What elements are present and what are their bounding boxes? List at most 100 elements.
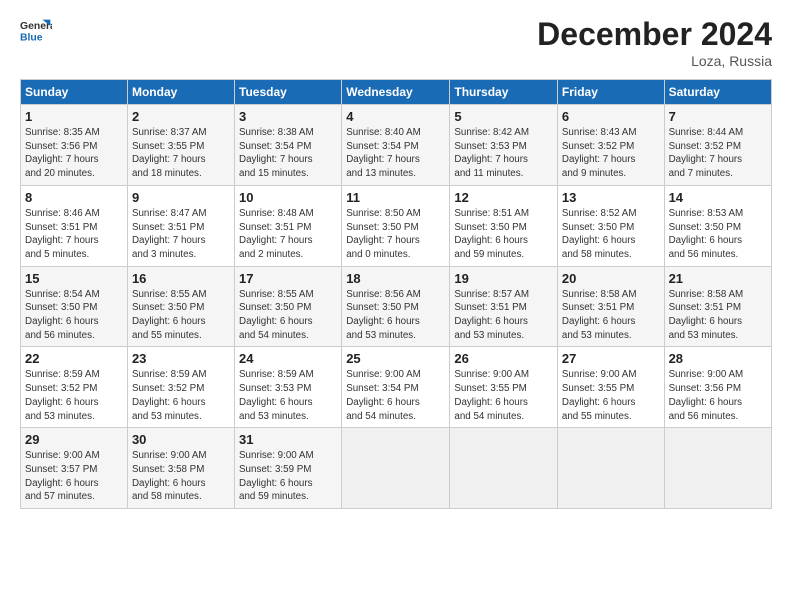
day-number: 31 [239,432,337,447]
calendar-cell: 18 Sunrise: 8:56 AM Sunset: 3:50 PM Dayli… [342,266,450,347]
calendar-cell: 30 Sunrise: 9:00 AM Sunset: 3:58 PM Dayli… [127,428,234,509]
day-number: 27 [562,351,660,366]
day-info: Sunrise: 9:00 AM Sunset: 3:59 PM Dayligh… [239,449,337,504]
day-number: 26 [454,351,553,366]
calendar-cell [664,428,771,509]
calendar-cell: 20 Sunrise: 8:58 AM Sunset: 3:51 PM Dayli… [557,266,664,347]
day-number: 23 [132,351,230,366]
day-info: Sunrise: 8:59 AM Sunset: 3:52 PM Dayligh… [25,368,123,423]
day-number: 28 [669,351,767,366]
day-number: 3 [239,109,337,124]
day-number: 11 [346,190,445,205]
day-info: Sunrise: 9:00 AM Sunset: 3:55 PM Dayligh… [562,368,660,423]
day-info: Sunrise: 8:44 AM Sunset: 3:52 PM Dayligh… [669,126,767,181]
col-monday: Monday [127,80,234,105]
day-info: Sunrise: 8:59 AM Sunset: 3:52 PM Dayligh… [132,368,230,423]
calendar-cell: 4Sunrise: 8:40 AM Sunset: 3:54 PM Daylig… [342,105,450,186]
calendar-cell: 22 Sunrise: 8:59 AM Sunset: 3:52 PM Dayli… [21,347,128,428]
day-info: Sunrise: 9:00 AM Sunset: 3:56 PM Dayligh… [669,368,767,423]
day-info: Sunrise: 8:59 AM Sunset: 3:53 PM Dayligh… [239,368,337,423]
day-number: 19 [454,271,553,286]
day-info: Sunrise: 8:50 AM Sunset: 3:50 PM Dayligh… [346,207,445,262]
header-row: Sunday Monday Tuesday Wednesday Thursday… [21,80,772,105]
calendar-table: Sunday Monday Tuesday Wednesday Thursday… [20,79,772,509]
calendar-cell: 21Sunrise: 8:58 AM Sunset: 3:51 PM Dayli… [664,266,771,347]
calendar-cell: 1 Sunrise: 8:35 AM Sunset: 3:56 PM Daylig… [21,105,128,186]
day-number: 30 [132,432,230,447]
col-thursday: Thursday [450,80,558,105]
logo-icon: General Blue [20,16,52,44]
calendar-cell: 13Sunrise: 8:52 AM Sunset: 3:50 PM Dayli… [557,185,664,266]
calendar-cell: 7Sunrise: 8:44 AM Sunset: 3:52 PM Daylig… [664,105,771,186]
day-info: Sunrise: 8:35 AM Sunset: 3:56 PM Dayligh… [25,126,123,181]
day-info: Sunrise: 8:57 AM Sunset: 3:51 PM Dayligh… [454,288,553,343]
day-number: 24 [239,351,337,366]
day-info: Sunrise: 9:00 AM Sunset: 3:58 PM Dayligh… [132,449,230,504]
day-number: 22 [25,351,123,366]
day-number: 13 [562,190,660,205]
logo: General Blue [20,16,52,44]
day-info: Sunrise: 8:55 AM Sunset: 3:50 PM Dayligh… [132,288,230,343]
day-number: 16 [132,271,230,286]
day-number: 17 [239,271,337,286]
day-number: 8 [25,190,123,205]
header: General Blue December 2024 Loza, Russia [20,16,772,69]
table-row: 15Sunrise: 8:54 AM Sunset: 3:50 PM Dayli… [21,266,772,347]
calendar-cell [450,428,558,509]
calendar-cell: 29 Sunrise: 9:00 AM Sunset: 3:57 PM Dayli… [21,428,128,509]
day-number: 1 [25,109,123,124]
day-number: 4 [346,109,445,124]
calendar-cell: 17 Sunrise: 8:55 AM Sunset: 3:50 PM Dayli… [235,266,342,347]
day-info: Sunrise: 8:54 AM Sunset: 3:50 PM Dayligh… [25,288,123,343]
calendar-cell [557,428,664,509]
day-info: Sunrise: 8:51 AM Sunset: 3:50 PM Dayligh… [454,207,553,262]
day-info: Sunrise: 8:43 AM Sunset: 3:52 PM Dayligh… [562,126,660,181]
day-info: Sunrise: 8:38 AM Sunset: 3:54 PM Dayligh… [239,126,337,181]
col-saturday: Saturday [664,80,771,105]
calendar-cell: 25 Sunrise: 9:00 AM Sunset: 3:54 PM Dayli… [342,347,450,428]
day-number: 25 [346,351,445,366]
day-number: 10 [239,190,337,205]
day-number: 14 [669,190,767,205]
calendar-cell: 8 Sunrise: 8:46 AM Sunset: 3:51 PM Daylig… [21,185,128,266]
day-info: Sunrise: 8:53 AM Sunset: 3:50 PM Dayligh… [669,207,767,262]
day-number: 9 [132,190,230,205]
day-number: 6 [562,109,660,124]
day-number: 2 [132,109,230,124]
calendar-cell: 3 Sunrise: 8:38 AM Sunset: 3:54 PM Daylig… [235,105,342,186]
calendar-cell: 19 Sunrise: 8:57 AM Sunset: 3:51 PM Dayli… [450,266,558,347]
day-number: 12 [454,190,553,205]
calendar-cell: 10Sunrise: 8:48 AM Sunset: 3:51 PM Dayli… [235,185,342,266]
calendar-cell: 16 Sunrise: 8:55 AM Sunset: 3:50 PM Dayli… [127,266,234,347]
calendar-cell: 26 Sunrise: 9:00 AM Sunset: 3:55 PM Dayli… [450,347,558,428]
calendar-cell: 2Sunrise: 8:37 AM Sunset: 3:55 PM Daylig… [127,105,234,186]
col-sunday: Sunday [21,80,128,105]
table-row: 29 Sunrise: 9:00 AM Sunset: 3:57 PM Dayli… [21,428,772,509]
day-number: 20 [562,271,660,286]
col-friday: Friday [557,80,664,105]
day-number: 21 [669,271,767,286]
day-info: Sunrise: 8:46 AM Sunset: 3:51 PM Dayligh… [25,207,123,262]
svg-text:Blue: Blue [20,32,43,43]
day-info: Sunrise: 8:42 AM Sunset: 3:53 PM Dayligh… [454,126,553,181]
col-wednesday: Wednesday [342,80,450,105]
calendar-cell: 14 Sunrise: 8:53 AM Sunset: 3:50 PM Dayli… [664,185,771,266]
calendar-cell: 23 Sunrise: 8:59 AM Sunset: 3:52 PM Dayli… [127,347,234,428]
day-info: Sunrise: 9:00 AM Sunset: 3:54 PM Dayligh… [346,368,445,423]
page: General Blue December 2024 Loza, Russia … [0,0,792,519]
day-number: 29 [25,432,123,447]
day-info: Sunrise: 8:55 AM Sunset: 3:50 PM Dayligh… [239,288,337,343]
calendar-cell: 27 Sunrise: 9:00 AM Sunset: 3:55 PM Dayli… [557,347,664,428]
day-info: Sunrise: 9:00 AM Sunset: 3:55 PM Dayligh… [454,368,553,423]
calendar-cell: 15Sunrise: 8:54 AM Sunset: 3:50 PM Dayli… [21,266,128,347]
calendar-cell: 11 Sunrise: 8:50 AM Sunset: 3:50 PM Dayli… [342,185,450,266]
day-info: Sunrise: 8:56 AM Sunset: 3:50 PM Dayligh… [346,288,445,343]
table-row: 22 Sunrise: 8:59 AM Sunset: 3:52 PM Dayli… [21,347,772,428]
month-title: December 2024 [537,16,772,53]
calendar-cell: 9Sunrise: 8:47 AM Sunset: 3:51 PM Daylig… [127,185,234,266]
day-info: Sunrise: 9:00 AM Sunset: 3:57 PM Dayligh… [25,449,123,504]
calendar-cell: 5Sunrise: 8:42 AM Sunset: 3:53 PM Daylig… [450,105,558,186]
day-number: 18 [346,271,445,286]
title-block: December 2024 Loza, Russia [537,16,772,69]
day-info: Sunrise: 8:58 AM Sunset: 3:51 PM Dayligh… [562,288,660,343]
